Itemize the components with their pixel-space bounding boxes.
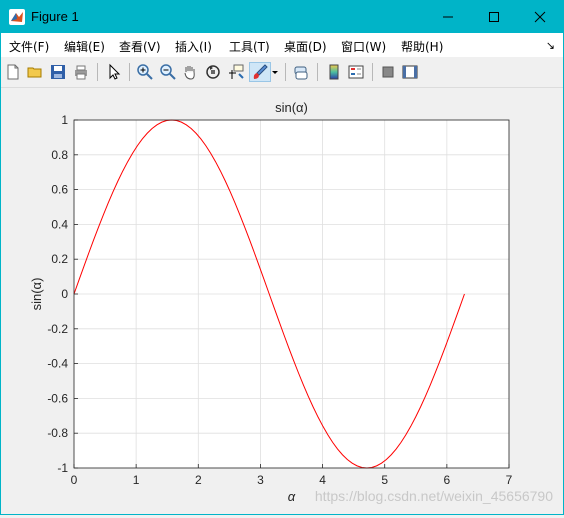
axes-plot[interactable]: 0 1 2 3 4 5 6 7 -1 -0.8 -0.6 -0.4 -0.2 0 0.2 0.4 0.6 0.8 1… (1, 88, 563, 514)
y-axis-label: sin(α) (29, 278, 44, 311)
menu-desktop[interactable]: 桌面(D) (284, 38, 327, 55)
menu-insert[interactable]: 插入(I) (175, 38, 212, 55)
save-icon[interactable] (48, 62, 68, 82)
x-tick-label: 0 (71, 473, 78, 487)
y-tick-label: 0 (61, 287, 68, 301)
x-tick-label: 7 (506, 473, 513, 487)
rotate-3d-icon[interactable] (203, 62, 223, 82)
print-icon[interactable] (71, 62, 91, 82)
maximize-button[interactable] (471, 1, 517, 33)
brush-icon[interactable] (249, 62, 271, 82)
y-tick-label: 0.6 (51, 183, 68, 197)
matlab-icon (9, 9, 25, 25)
link-plot-icon[interactable] (291, 62, 311, 82)
menu-tools[interactable]: 工具(T) (229, 38, 270, 55)
x-axis-label: α (288, 489, 296, 504)
new-figure-icon[interactable] (3, 62, 23, 82)
window-title: Figure 1 (31, 9, 79, 24)
menu-view[interactable]: 查看(V) (119, 38, 161, 55)
figure-toolbar (1, 57, 563, 88)
y-tick-label: 0.4 (51, 217, 68, 231)
menu-help[interactable]: 帮助(H) (401, 38, 443, 55)
minimize-icon (443, 16, 453, 18)
colorbar-icon[interactable] (324, 62, 344, 82)
brush-dropdown-icon[interactable] (270, 62, 280, 82)
x-tick-label: 2 (195, 473, 202, 487)
watermark-text: https://blog.csdn.net/weixin_45656790 (314, 488, 553, 504)
figure-window: Figure 1 文件(F) 编辑(E) 查看(V) 插入(I) 工具(T) 桌… (0, 0, 564, 515)
y-tick-label: -0.8 (47, 426, 68, 440)
x-tick-label: 6 (444, 473, 451, 487)
x-tick-label: 3 (257, 473, 264, 487)
y-tick-label: -0.4 (47, 357, 68, 371)
pan-icon[interactable] (180, 62, 200, 82)
y-tick-label: 0.2 (51, 252, 68, 266)
y-tick-label: 0.8 (51, 148, 68, 162)
plot-title: sin(α) (275, 100, 308, 115)
menu-file[interactable]: 文件(F) (9, 38, 49, 55)
menu-bar: 文件(F) 编辑(E) 查看(V) 插入(I) 工具(T) 桌面(D) 窗口(W… (1, 33, 563, 57)
y-tick-label: -1 (57, 461, 68, 475)
dock-arrow-icon[interactable]: ↘ (546, 39, 555, 52)
maximize-icon (489, 12, 499, 22)
menu-edit[interactable]: 编辑(E) (64, 38, 105, 55)
legend-icon[interactable] (346, 62, 366, 82)
hide-plot-tools-icon[interactable] (378, 62, 398, 82)
y-tick-label: -0.2 (47, 322, 68, 336)
zoom-in-icon[interactable] (135, 62, 155, 82)
menu-window[interactable]: 窗口(W) (341, 38, 386, 55)
y-tick-label: -0.6 (47, 391, 68, 405)
x-tick-label: 4 (319, 473, 326, 487)
minimize-button[interactable] (425, 1, 471, 33)
show-plot-tools-icon[interactable] (400, 62, 420, 82)
close-icon (534, 11, 546, 23)
data-cursor-icon[interactable] (226, 62, 246, 82)
title-bar[interactable]: Figure 1 (1, 1, 563, 33)
x-tick-label: 5 (381, 473, 388, 487)
figure-canvas: 0 1 2 3 4 5 6 7 -1 -0.8 -0.6 -0.4 -0.2 0 0.2 0.4 0.6 0.8 1… (1, 88, 563, 514)
x-tick-label: 1 (133, 473, 140, 487)
close-button[interactable] (517, 1, 563, 33)
open-file-icon[interactable] (25, 62, 45, 82)
pointer-icon[interactable] (104, 62, 124, 82)
zoom-out-icon[interactable] (158, 62, 178, 82)
y-tick-label: 1 (61, 113, 68, 127)
